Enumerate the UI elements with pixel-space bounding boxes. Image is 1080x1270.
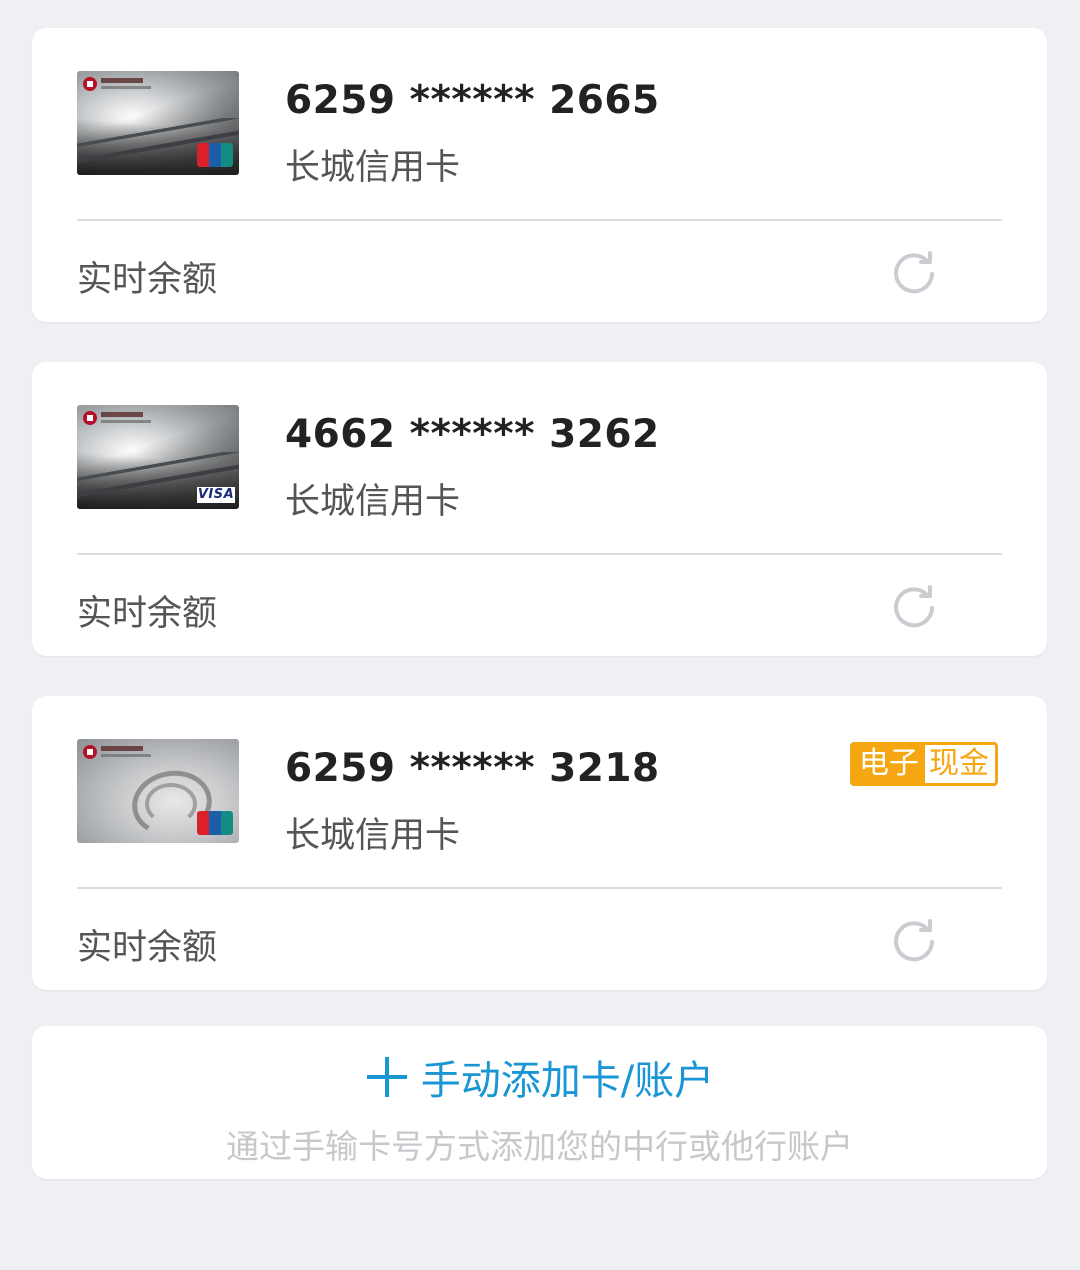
card-number: 6259 ****** 2665 bbox=[285, 78, 660, 123]
boc-logo-icon bbox=[83, 745, 97, 759]
ecash-badge-part1: 电子 bbox=[853, 745, 925, 783]
card-image: VISA bbox=[77, 405, 239, 509]
add-card-row[interactable]: 手动添加卡/账户 bbox=[32, 1048, 1047, 1106]
card-name: 长城信用卡 bbox=[285, 482, 461, 522]
add-card-hint: 通过手输卡号方式添加您的中行或他行账户 bbox=[226, 1127, 853, 1166]
refresh-icon[interactable] bbox=[888, 582, 940, 634]
unionpay-logo-icon bbox=[197, 143, 233, 167]
balance-label: 实时余额 bbox=[77, 928, 218, 968]
card-item-3[interactable]: 6259 ****** 3218 长城信用卡 电子 现金 实时余额 bbox=[32, 696, 1047, 990]
card-image bbox=[77, 739, 239, 843]
card-item-2[interactable]: VISA 4662 ****** 3262 长城信用卡 实时余额 bbox=[32, 362, 1047, 656]
ecash-badge-part2: 现金 bbox=[925, 745, 995, 783]
card-image bbox=[77, 71, 239, 175]
card-name: 长城信用卡 bbox=[285, 816, 461, 856]
card-number: 6259 ****** 3218 bbox=[285, 746, 660, 791]
refresh-icon[interactable] bbox=[888, 916, 940, 968]
plus-icon bbox=[365, 1055, 409, 1099]
card-number: 4662 ****** 3262 bbox=[285, 412, 660, 457]
balance-label: 实时余额 bbox=[77, 594, 218, 634]
visa-logo-icon: VISA bbox=[197, 487, 235, 503]
card-item-1[interactable]: 6259 ****** 2665 长城信用卡 实时余额 bbox=[32, 28, 1047, 322]
unionpay-logo-icon bbox=[197, 811, 233, 835]
divider bbox=[77, 887, 1002, 889]
balance-label: 实时余额 bbox=[77, 260, 218, 300]
card-name: 长城信用卡 bbox=[285, 148, 461, 188]
divider bbox=[77, 553, 1002, 555]
add-card-button[interactable]: 手动添加卡/账户 通过手输卡号方式添加您的中行或他行账户 bbox=[32, 1026, 1047, 1179]
refresh-icon[interactable] bbox=[888, 248, 940, 300]
ecash-badge: 电子 现金 bbox=[850, 742, 998, 786]
boc-logo-icon bbox=[83, 77, 97, 91]
add-card-label: 手动添加卡/账户 bbox=[420, 1058, 715, 1104]
divider bbox=[77, 219, 1002, 221]
boc-logo-icon bbox=[83, 411, 97, 425]
